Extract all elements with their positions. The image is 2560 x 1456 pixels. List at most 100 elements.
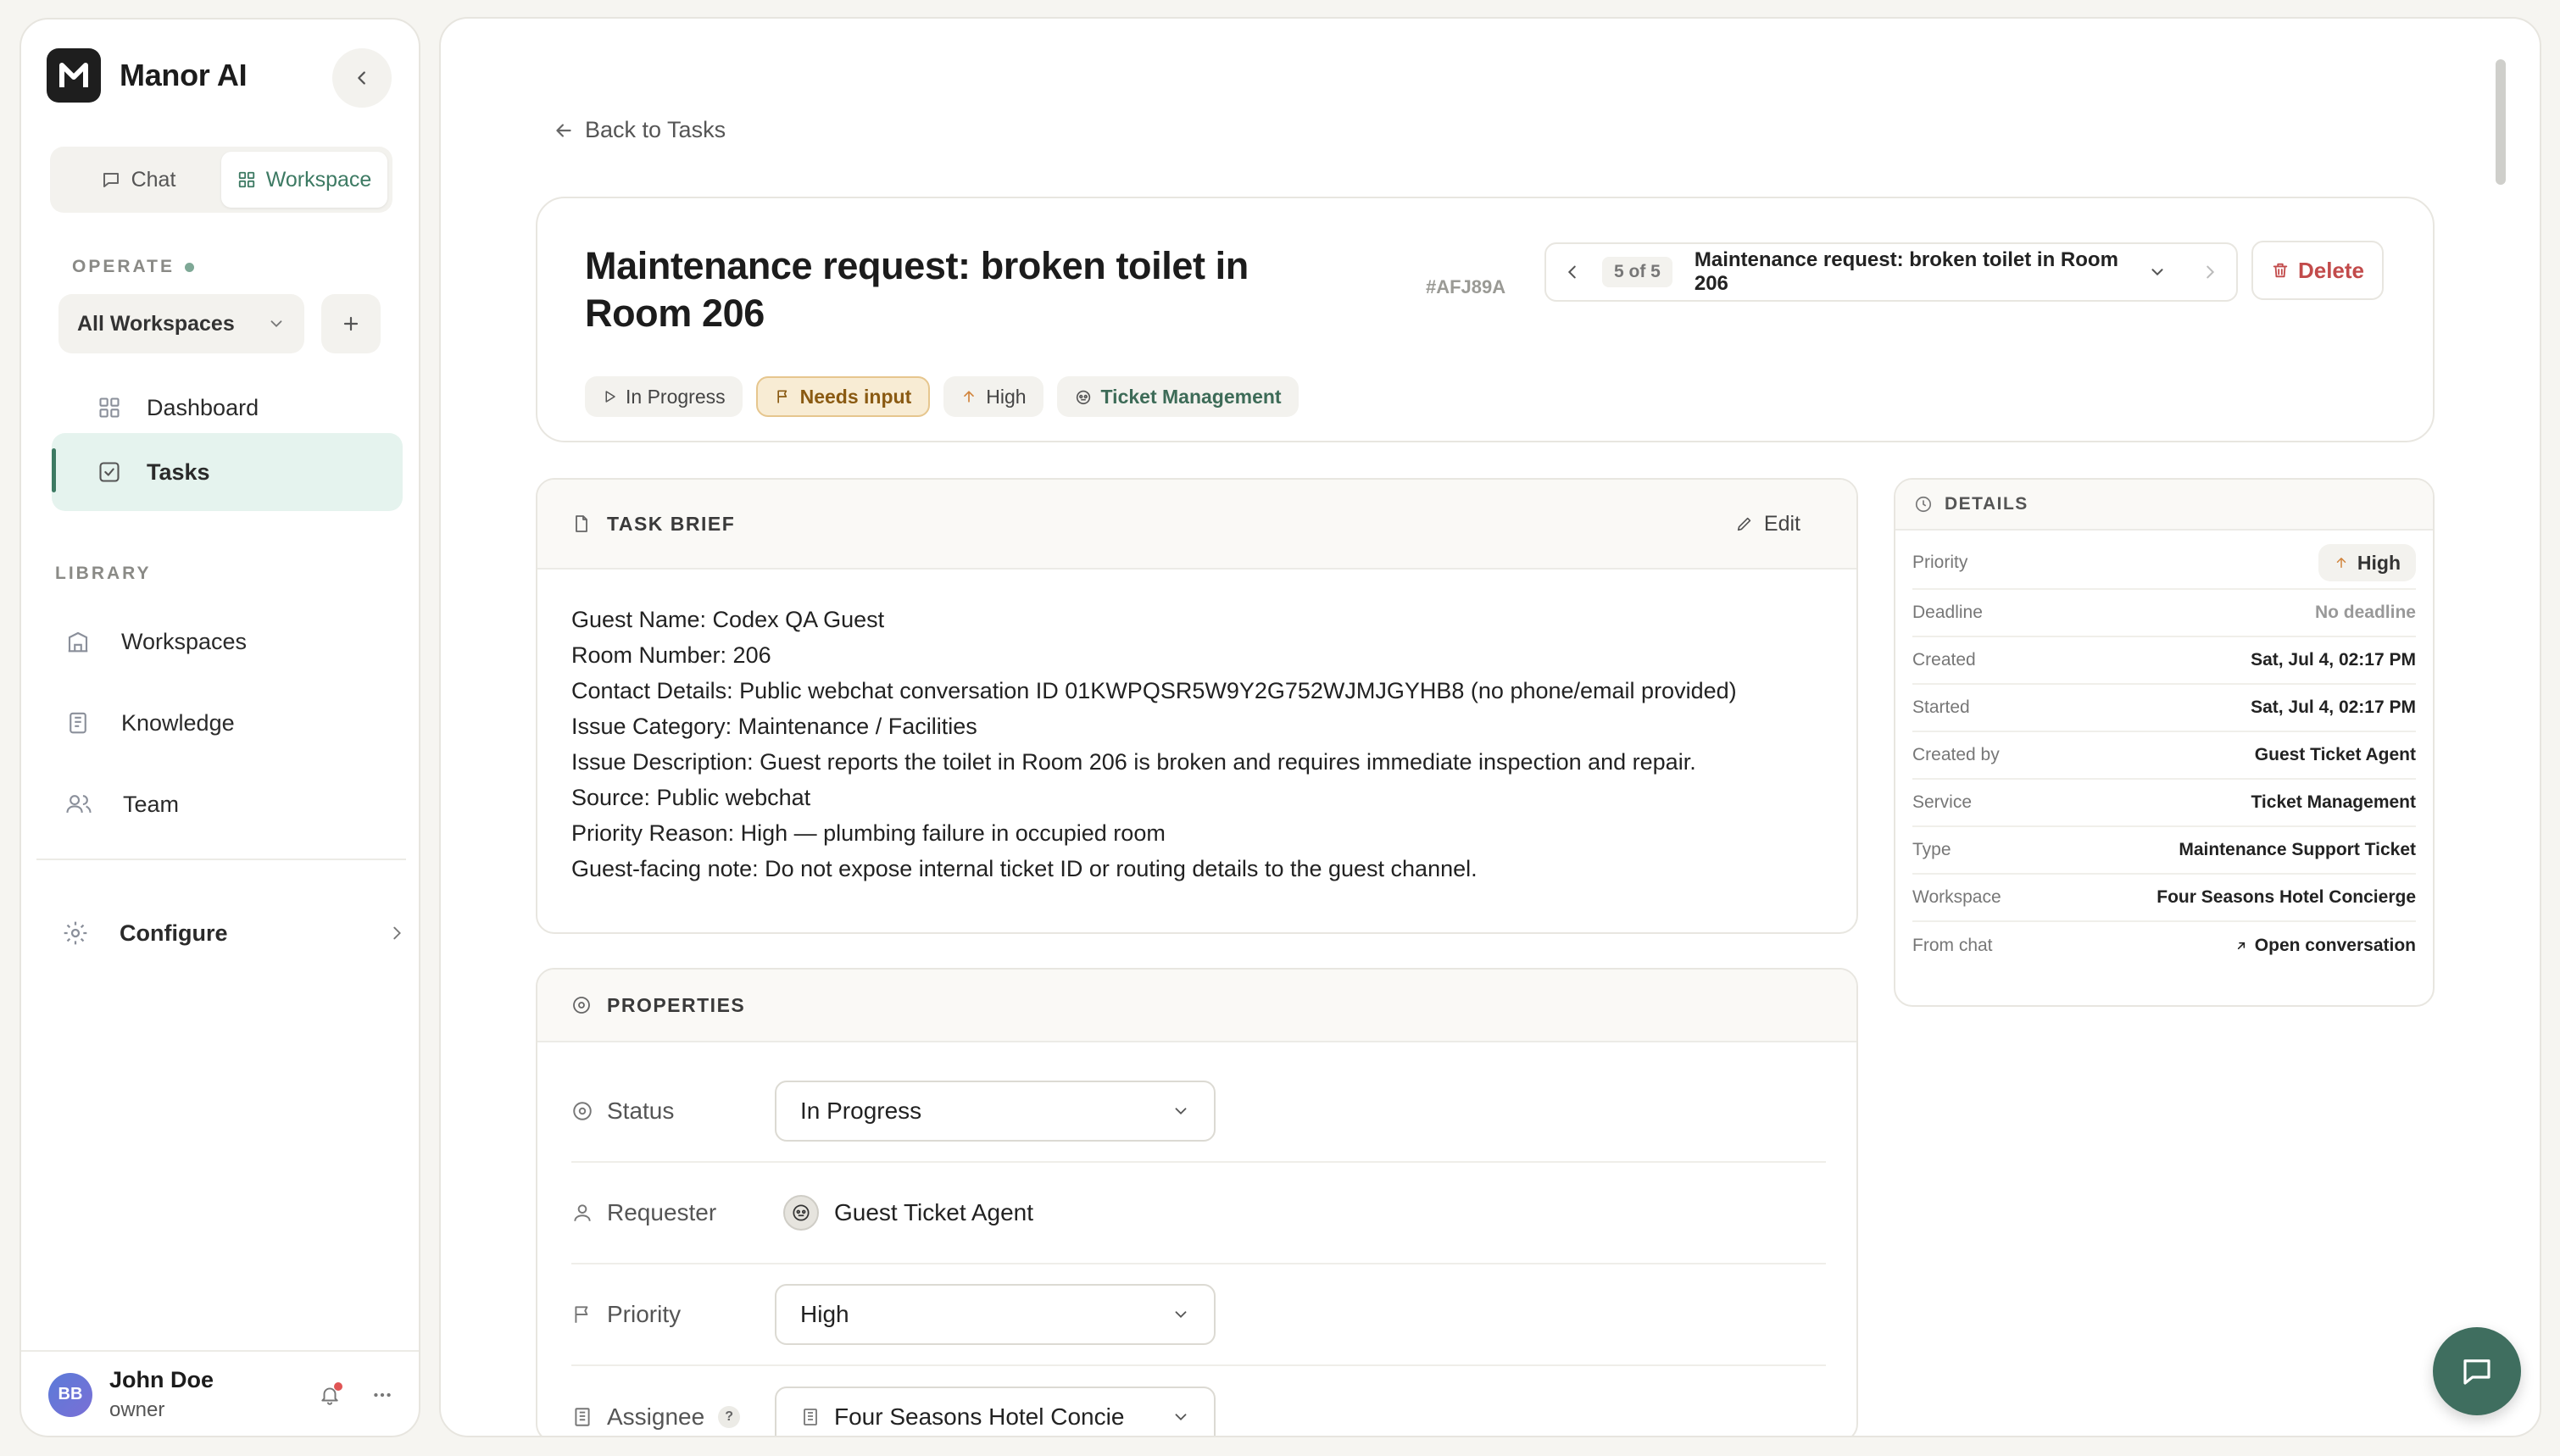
collapse-sidebar-button[interactable] bbox=[332, 48, 392, 108]
clock-icon bbox=[1915, 496, 1932, 513]
bot-face-icon bbox=[793, 1204, 810, 1221]
delete-button[interactable]: Delete bbox=[2251, 241, 2384, 300]
task-switcher[interactable]: Maintenance request: broken toilet in Ro… bbox=[1695, 248, 2148, 296]
brief-line: Room Number: 206 bbox=[571, 642, 771, 668]
properties-title: PROPERTIES bbox=[607, 993, 746, 1016]
sidebar-item-knowledge[interactable]: Knowledge bbox=[65, 697, 235, 748]
sidebar-item-tasks[interactable]: Tasks bbox=[52, 433, 403, 511]
gear-icon bbox=[64, 921, 87, 945]
priority-badge[interactable]: High bbox=[943, 376, 1043, 417]
back-to-tasks-link[interactable]: Back to Tasks bbox=[553, 117, 726, 143]
play-icon bbox=[605, 391, 615, 403]
avatar[interactable]: BB bbox=[48, 1372, 92, 1417]
detail-row-type: Type Maintenance Support Ticket bbox=[1912, 827, 2416, 875]
sidebar-item-team[interactable]: Team bbox=[65, 779, 179, 830]
needs-input-badge[interactable]: Needs input bbox=[755, 376, 931, 417]
task-brief-header: TASK BRIEF Edit bbox=[537, 480, 1856, 570]
detail-label: Deadline bbox=[1912, 603, 1983, 622]
chevron-down-icon bbox=[1175, 1311, 1187, 1319]
sidebar: Manor AI Chat Workspace OPERATE All Work… bbox=[19, 18, 420, 1437]
configure-label: Configure bbox=[120, 920, 228, 946]
detail-label: Created by bbox=[1912, 745, 2000, 764]
brief-line: Issue Description: Guest reports the toi… bbox=[571, 749, 1696, 775]
status-badge[interactable]: In Progress bbox=[585, 376, 743, 417]
chat-launcher-button[interactable] bbox=[2433, 1327, 2521, 1415]
status-select[interactable]: In Progress bbox=[775, 1081, 1216, 1142]
sidebar-item-label: Team bbox=[123, 791, 180, 817]
brief-line: Issue Category: Maintenance / Facilities bbox=[571, 714, 977, 739]
sidebar-item-label: Dashboard bbox=[147, 394, 259, 420]
chat-mode-label: Chat bbox=[131, 167, 176, 192]
detail-value: Four Seasons Hotel Concierge bbox=[2157, 887, 2416, 907]
detail-value: Sat, Jul 4, 02:17 PM bbox=[2251, 697, 2416, 717]
task-position: 5 of 5 bbox=[1602, 257, 1672, 287]
more-horizontal-icon bbox=[374, 1392, 391, 1397]
brand-logo[interactable] bbox=[47, 48, 101, 103]
notifications-button[interactable] bbox=[319, 1381, 342, 1406]
notification-dot bbox=[334, 1381, 342, 1391]
operate-label-text: OPERATE bbox=[72, 257, 175, 276]
task-header-card: Maintenance request: broken toilet in Ro… bbox=[536, 197, 2435, 442]
library-section-label: LIBRARY bbox=[55, 564, 152, 583]
priority-pill[interactable]: High bbox=[2318, 544, 2416, 581]
edit-label: Edit bbox=[1763, 511, 1800, 536]
chevron-down-icon[interactable] bbox=[2148, 263, 2167, 281]
requester-label-text: Requester bbox=[607, 1199, 717, 1225]
brand-name: Manor AI bbox=[120, 58, 248, 92]
sidebar-item-configure[interactable]: Configure bbox=[62, 908, 406, 959]
previous-task-button[interactable] bbox=[1563, 263, 1582, 281]
back-link-label: Back to Tasks bbox=[585, 117, 726, 142]
delete-label: Delete bbox=[2297, 257, 2365, 283]
page-title: Maintenance request: broken toilet in Ro… bbox=[585, 244, 1249, 335]
detail-label: Started bbox=[1912, 697, 1970, 717]
status-dot bbox=[184, 262, 194, 272]
detail-row-from-chat: From chat Open conversation bbox=[1912, 922, 2416, 970]
sidebar-item-workspaces[interactable]: Workspaces bbox=[65, 616, 247, 667]
grid-icon bbox=[238, 171, 254, 188]
assignee-row: Assignee ? Four Seasons Hotel Concie bbox=[571, 1366, 1826, 1436]
arrow-up-right-icon bbox=[2237, 942, 2245, 950]
add-workspace-button[interactable] bbox=[321, 294, 381, 353]
more-options-button[interactable] bbox=[371, 1384, 393, 1406]
detail-row-created-by: Created by Guest Ticket Agent bbox=[1912, 732, 2416, 780]
assignee-select[interactable]: Four Seasons Hotel Concie bbox=[775, 1387, 1216, 1436]
properties-card: PROPERTIES Status In Progress Requester … bbox=[536, 968, 1858, 1436]
edit-brief-button[interactable]: Edit bbox=[1735, 512, 1800, 536]
detail-label: Created bbox=[1912, 650, 1976, 670]
task-id: #AFJ89A bbox=[1426, 276, 1506, 297]
brand: Manor AI bbox=[47, 48, 248, 103]
workspace-select[interactable]: All Workspaces bbox=[58, 294, 304, 353]
details-list: Priority High Deadline No deadline Creat… bbox=[1895, 531, 2433, 970]
chat-bubble-icon bbox=[2463, 1359, 2490, 1385]
chevron-right-icon bbox=[393, 926, 401, 940]
user-icon bbox=[574, 1204, 591, 1221]
status-select-value: In Progress bbox=[800, 1098, 922, 1124]
arrow-left-icon bbox=[556, 123, 571, 137]
service-badge[interactable]: Ticket Management bbox=[1056, 376, 1299, 417]
document-icon bbox=[576, 515, 587, 532]
user-area: BB John Doe owner bbox=[21, 1350, 419, 1437]
priority-select[interactable]: High bbox=[775, 1284, 1216, 1345]
operate-section-label: OPERATE bbox=[72, 257, 194, 277]
next-task-button[interactable] bbox=[2201, 263, 2219, 281]
scrollbar[interactable] bbox=[2496, 59, 2506, 185]
chat-mode-button[interactable]: Chat bbox=[55, 152, 221, 208]
chevron-down-icon bbox=[1175, 1108, 1187, 1115]
flag-icon bbox=[776, 390, 787, 403]
assignee-help-badge[interactable]: ? bbox=[718, 1406, 741, 1428]
chat-bubble-icon bbox=[103, 173, 119, 187]
detail-value: High bbox=[2357, 551, 2401, 574]
detail-value: Sat, Jul 4, 02:17 PM bbox=[2251, 650, 2416, 670]
detail-row-started: Started Sat, Jul 4, 02:17 PM bbox=[1912, 685, 2416, 732]
requester-avatar bbox=[783, 1195, 819, 1231]
chevron-down-icon bbox=[270, 320, 282, 328]
task-brief-body: Guest Name: Codex QA Guest Room Number: … bbox=[537, 570, 1856, 919]
workspace-mode-button[interactable]: Workspace bbox=[221, 152, 387, 208]
detail-label: Type bbox=[1912, 840, 1951, 859]
mode-switch: Chat Workspace bbox=[50, 147, 392, 213]
dashboard-icon bbox=[99, 397, 120, 418]
assignee-label-text: Assignee bbox=[607, 1403, 705, 1430]
workspace-mode-label: Workspace bbox=[265, 167, 372, 192]
open-conversation-link[interactable]: Open conversation bbox=[2234, 936, 2416, 956]
target-icon bbox=[573, 1102, 592, 1120]
